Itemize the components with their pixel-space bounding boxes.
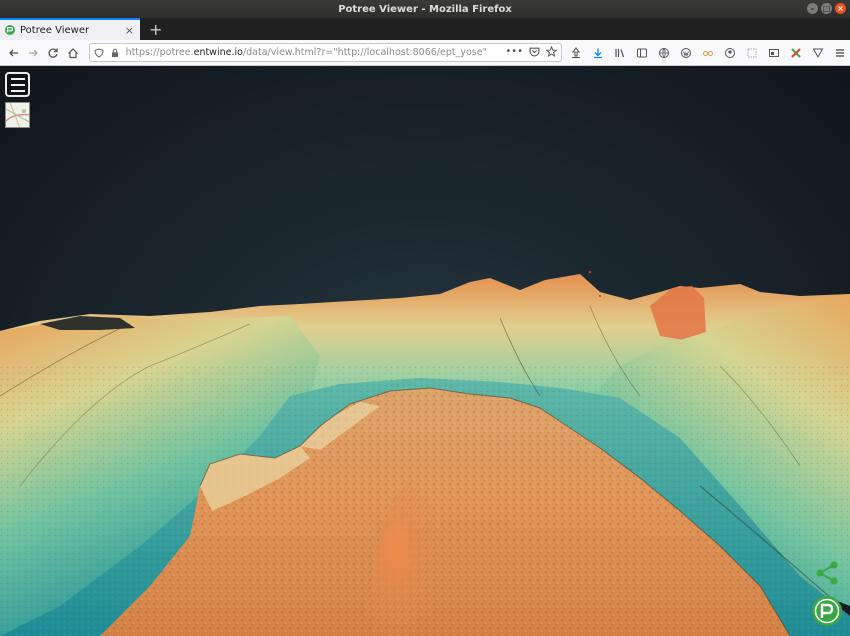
browser-toolbar-icons [566,43,850,63]
tracking-shield-icon[interactable] [94,47,106,59]
window-titlebar: Potree Viewer - Mozilla Firefox – □ × [0,0,850,18]
reload-button[interactable] [43,43,63,63]
potree-logo-icon[interactable] [811,595,843,627]
extension-funnel-icon[interactable] [808,43,828,63]
extension-wordpress-icon[interactable] [676,43,696,63]
map-toggle-thumbnail[interactable] [5,102,30,128]
close-window-button[interactable]: × [835,3,846,14]
extension-color-x-icon[interactable] [786,43,806,63]
downloads-icon[interactable] [588,43,608,63]
hamburger-menu-icon[interactable] [830,43,850,63]
menu-line-icon [10,77,25,80]
extension-square-icon[interactable] [742,43,762,63]
new-tab-button[interactable]: + [149,20,162,39]
tab-title: Potree Viewer [20,24,90,36]
point-cloud-viewport[interactable] [0,66,850,636]
share-icon[interactable] [814,560,840,586]
url-host: entwine.io [193,47,243,58]
window-title: Potree Viewer - Mozilla Firefox [338,3,512,15]
account-icon[interactable] [720,43,740,63]
tab-close-icon[interactable]: × [125,24,134,37]
home-icon [67,47,78,58]
menu-line-icon [10,83,25,86]
menu-line-icon [10,89,25,92]
potree-favicon-icon [5,25,15,35]
back-button[interactable] [4,43,24,63]
star-icon[interactable] [545,45,558,60]
lock-icon[interactable] [110,47,122,59]
extension-screenshot-icon[interactable] [764,43,784,63]
terrain-render [0,270,850,636]
url-path: /data/view.html?r="http://localhost:8066… [242,47,487,58]
minimize-button[interactable]: – [807,3,818,14]
forward-button[interactable] [24,43,44,63]
arrow-left-icon [8,49,18,56]
arrow-right-icon [29,49,39,56]
sidebar-icon[interactable] [632,43,652,63]
sidebar-toggle-button[interactable] [5,72,30,97]
url-prefix: https://potree. [125,47,194,58]
address-bar[interactable]: https://potree. entwine.io/data/view.html… [88,43,563,62]
tab-potree-viewer[interactable]: Potree Viewer × [0,18,140,40]
extension-globe-icon[interactable] [654,43,674,63]
tab-strip: Potree Viewer × + [0,18,850,40]
extension-glasses-icon[interactable] [698,43,718,63]
window-controls: – □ × [807,3,846,14]
page-actions-more-icon[interactable]: ••• [505,46,523,60]
maximize-button[interactable]: □ [821,3,832,14]
navigation-toolbar: https://potree. entwine.io/data/view.html… [0,40,850,66]
pocket-icon[interactable] [529,46,540,60]
home-button[interactable] [63,43,83,63]
reload-icon [48,48,58,58]
map-icon [6,103,29,127]
reader-tray-icon[interactable] [566,43,586,63]
library-icon[interactable] [610,43,630,63]
